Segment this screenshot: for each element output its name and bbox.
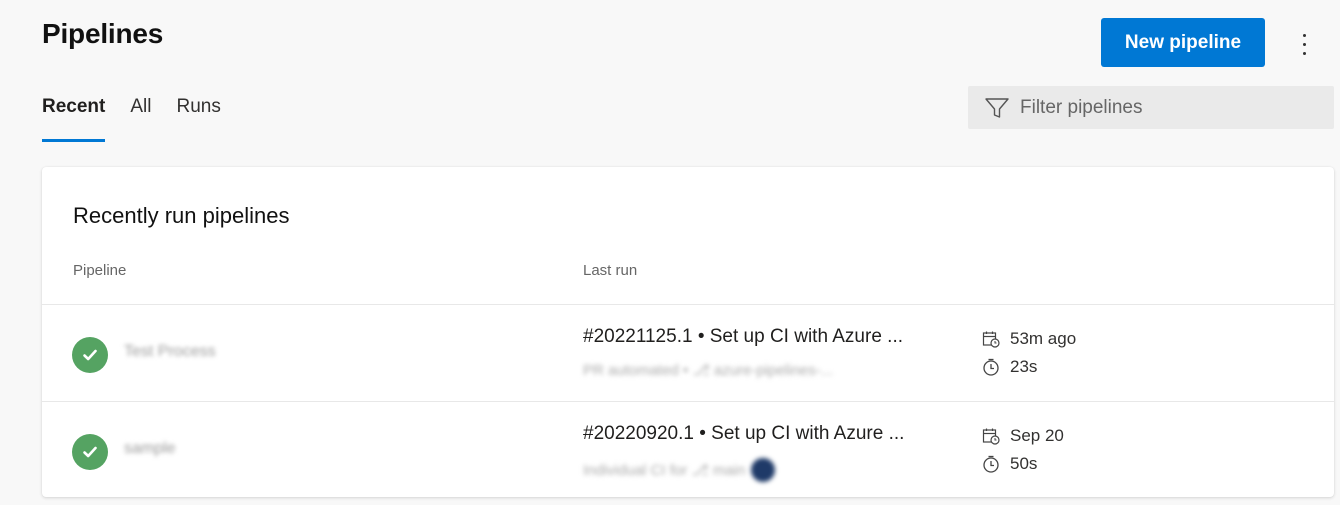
run-date: 53m ago	[982, 329, 1076, 349]
filter-pipelines-input[interactable]	[1020, 96, 1320, 119]
calendar-clock-icon	[982, 428, 1000, 445]
check-circle-icon	[72, 434, 108, 470]
stopwatch-icon	[983, 455, 999, 473]
run-subtitle: Individual CI for ⎇ main	[583, 458, 776, 482]
pipeline-name[interactable]: sample	[124, 440, 176, 458]
pipelines-page: Pipelines New pipeline Recent All Runs R…	[0, 0, 1340, 505]
new-pipeline-button[interactable]: New pipeline	[1101, 18, 1265, 67]
calendar-clock-icon	[982, 331, 1000, 348]
card-title: Recently run pipelines	[73, 203, 290, 228]
run-duration: 23s	[982, 357, 1037, 377]
run-date: Sep 20	[982, 426, 1064, 446]
more-actions-button[interactable]	[1292, 28, 1316, 60]
check-circle-icon	[72, 337, 108, 373]
run-title[interactable]: #20221125.1 • Set up CI with Azure ...	[583, 326, 943, 348]
pipeline-name[interactable]: Test Process	[124, 343, 216, 361]
pipeline-row[interactable]: sample #20220920.1 • Set up CI with Azur…	[42, 401, 1334, 498]
recent-pipelines-card: Recently run pipelines Pipeline Last run…	[42, 167, 1334, 497]
tab-recent[interactable]: Recent	[42, 96, 106, 143]
pipeline-row[interactable]: Test Process #20221125.1 • Set up CI wit…	[42, 304, 1334, 401]
column-header-last-run: Last run	[583, 262, 638, 279]
filter-icon	[985, 97, 1009, 118]
stopwatch-icon	[983, 358, 999, 376]
tab-bar: Recent All Runs	[42, 96, 246, 143]
column-header-pipeline: Pipeline	[73, 262, 127, 279]
run-title[interactable]: #20220920.1 • Set up CI with Azure ...	[583, 423, 943, 445]
tab-runs[interactable]: Runs	[176, 96, 220, 143]
run-duration: 50s	[982, 454, 1037, 474]
page-title: Pipelines	[42, 18, 164, 49]
filter-box[interactable]	[968, 86, 1334, 129]
more-vertical-icon	[1302, 33, 1306, 37]
run-subtitle: PR automated • ⎇ azure-pipelines-...	[583, 362, 834, 379]
avatar	[751, 458, 776, 482]
tab-all[interactable]: All	[130, 96, 151, 143]
